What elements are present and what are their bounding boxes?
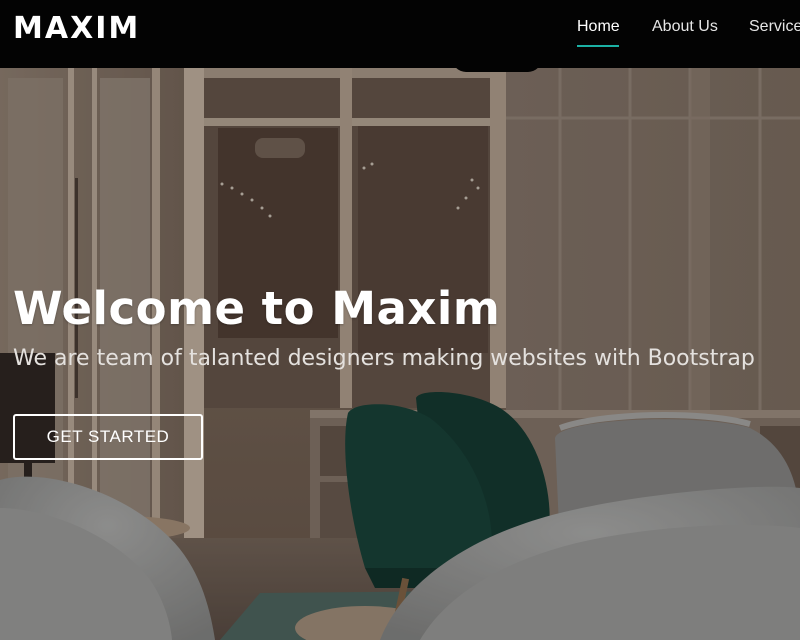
hero-section: Welcome to Maxim We are team of talanted… — [0, 68, 800, 640]
nav-services-link[interactable]: Services — [749, 18, 800, 36]
nav-about-link[interactable]: About Us — [652, 18, 718, 36]
logo[interactable]: MAXIM — [13, 11, 140, 46]
page: MAXIM Home About Us Services — [0, 0, 800, 640]
get-started-button[interactable]: GET STARTED — [13, 414, 203, 460]
navbar: MAXIM Home About Us Services — [0, 0, 800, 68]
hero-subtitle: We are team of talanted designers making… — [13, 346, 755, 371]
hero-title: Welcome to Maxim — [13, 282, 501, 335]
active-nav-indicator — [577, 45, 619, 47]
nav-home-link[interactable]: Home — [577, 18, 620, 36]
